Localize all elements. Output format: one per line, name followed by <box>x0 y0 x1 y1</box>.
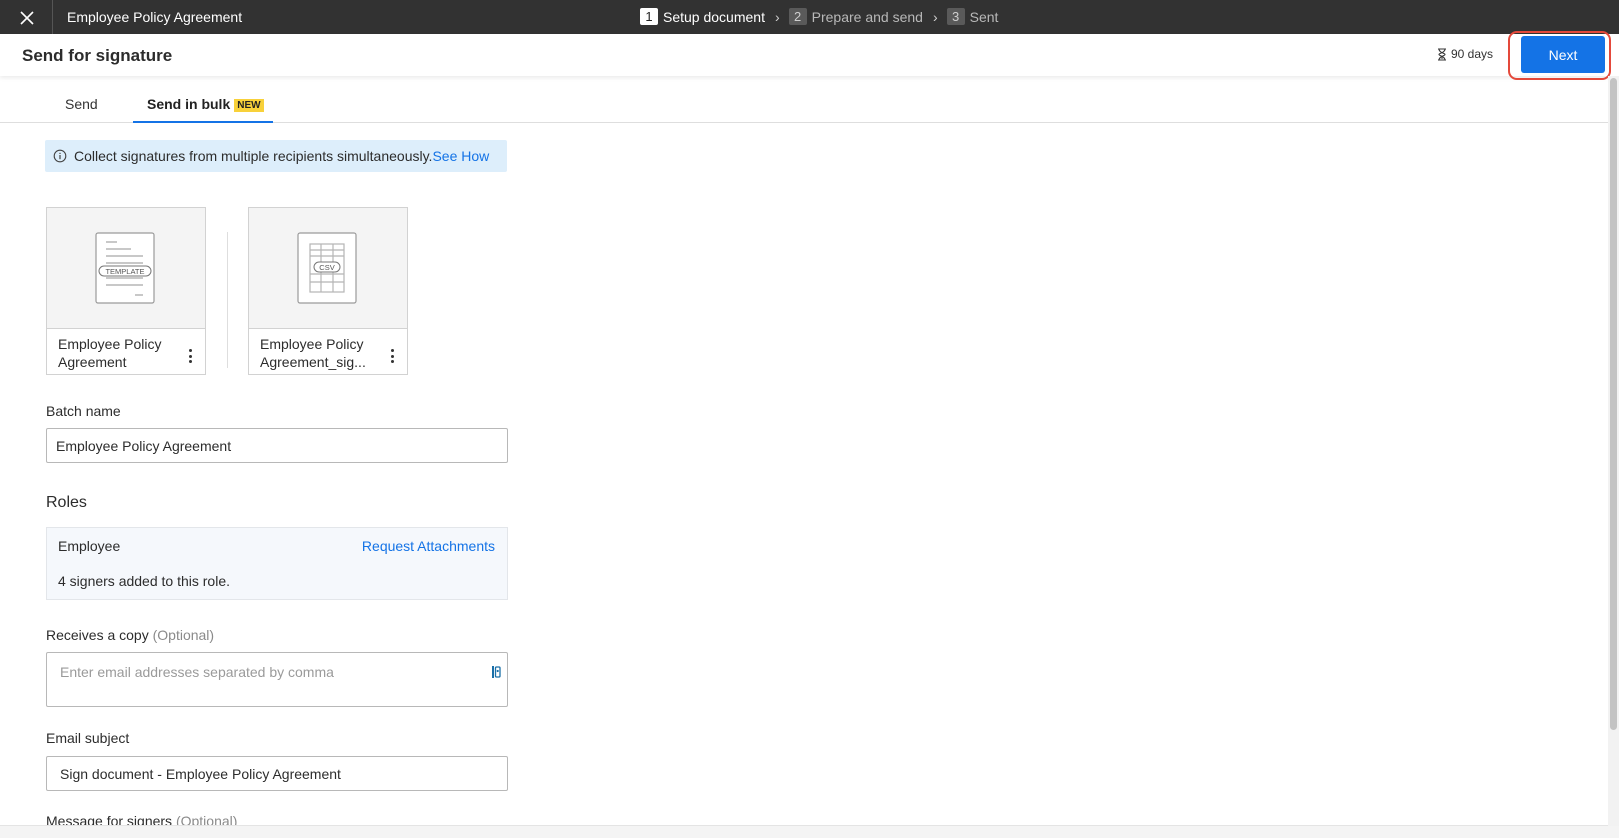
card-label: Employee Policy Agreement_sig... <box>260 336 366 370</box>
cc-email-placeholder: Enter email addresses separated by comma <box>60 664 334 680</box>
csv-thumbnail: CSV <box>249 208 407 329</box>
page-title: Send for signature <box>22 46 173 65</box>
step-sent: 3 Sent <box>946 8 999 25</box>
expiry-label: 90 days <box>1451 47 1494 61</box>
step-label: Prepare and send <box>811 8 923 25</box>
close-button[interactable] <box>14 7 40 29</box>
info-banner: Collect signatures from multiple recipie… <box>45 140 507 172</box>
receives-copy-label: Receives a copy (Optional) <box>46 627 214 643</box>
info-icon <box>53 149 67 163</box>
document-title: Employee Policy Agreement <box>67 9 243 25</box>
more-options-icon[interactable] <box>183 347 197 365</box>
email-subject-label: Email subject <box>46 730 130 746</box>
step-label: Setup document <box>663 8 765 25</box>
scrollbar-thumb[interactable] <box>1610 78 1617 730</box>
top-bar: Employee Policy Agreement 1 Setup docume… <box>0 0 1619 34</box>
hourglass-icon <box>1438 47 1446 61</box>
request-attachments-link[interactable]: Request Attachments <box>362 538 495 554</box>
send-mode-tabs: Send Send in bulk NEW <box>0 89 1608 123</box>
email-subject-input[interactable]: Sign document - Employee Policy Agreemen… <box>46 756 508 791</box>
step-number: 1 <box>640 8 658 25</box>
address-book-icon[interactable] <box>491 665 501 679</box>
cc-email-field[interactable]: Enter email addresses separated by comma <box>46 652 508 707</box>
receives-copy-label-text: Receives a copy <box>46 627 149 643</box>
chevron-right-icon: › <box>774 8 780 25</box>
csv-icon-text: CSV <box>319 263 334 272</box>
template-thumbnail: TEMPLATE <box>47 208 205 329</box>
csv-file-icon: CSV <box>297 232 357 304</box>
expiry-indicator[interactable]: 90 days <box>1437 47 1493 61</box>
page-header: Send for signature 90 days <box>0 34 1619 76</box>
banner-text: Collect signatures from multiple recipie… <box>74 148 433 164</box>
tab-label: Send in bulk <box>147 96 231 112</box>
bottom-edge <box>0 825 1619 838</box>
optional-label: (Optional) <box>152 627 215 643</box>
batch-name-input[interactable]: Employee Policy Agreement <box>46 428 508 463</box>
card-divider <box>227 232 228 368</box>
step-number: 2 <box>788 8 807 25</box>
step-number: 3 <box>946 8 965 25</box>
step-setup-document: 1 Setup document <box>640 8 765 25</box>
more-options-icon[interactable] <box>385 347 399 365</box>
step-prepare-and-send: 2 Prepare and send <box>788 8 923 25</box>
template-file-icon: TEMPLATE <box>95 232 155 304</box>
topbar-divider <box>52 0 53 34</box>
batch-name-label: Batch name <box>46 403 121 419</box>
new-badge: NEW <box>234 99 264 112</box>
card-label: Employee Policy Agreement <box>58 336 162 370</box>
role-card: Employee Request Attachments 4 signers a… <box>46 527 508 600</box>
tab-send-in-bulk[interactable]: Send in bulk NEW <box>133 89 273 123</box>
next-button[interactable]: Next <box>1521 36 1605 73</box>
template-icon-text: TEMPLATE <box>105 267 144 276</box>
step-indicator: 1 Setup document › 2 Prepare and send › … <box>640 8 998 25</box>
template-card[interactable]: TEMPLATE Employee Policy Agreement <box>46 207 206 375</box>
signer-count-text: 4 signers added to this role. <box>58 573 230 589</box>
close-icon <box>20 11 34 25</box>
see-how-link[interactable]: See How <box>432 148 489 164</box>
step-label: Sent <box>969 8 999 25</box>
tab-send[interactable]: Send <box>65 89 98 123</box>
chevron-right-icon: › <box>932 8 938 25</box>
roles-heading: Roles <box>46 494 87 511</box>
csv-card[interactable]: CSV Employee Policy Agreement_sig... <box>248 207 408 375</box>
role-name: Employee <box>58 538 121 554</box>
